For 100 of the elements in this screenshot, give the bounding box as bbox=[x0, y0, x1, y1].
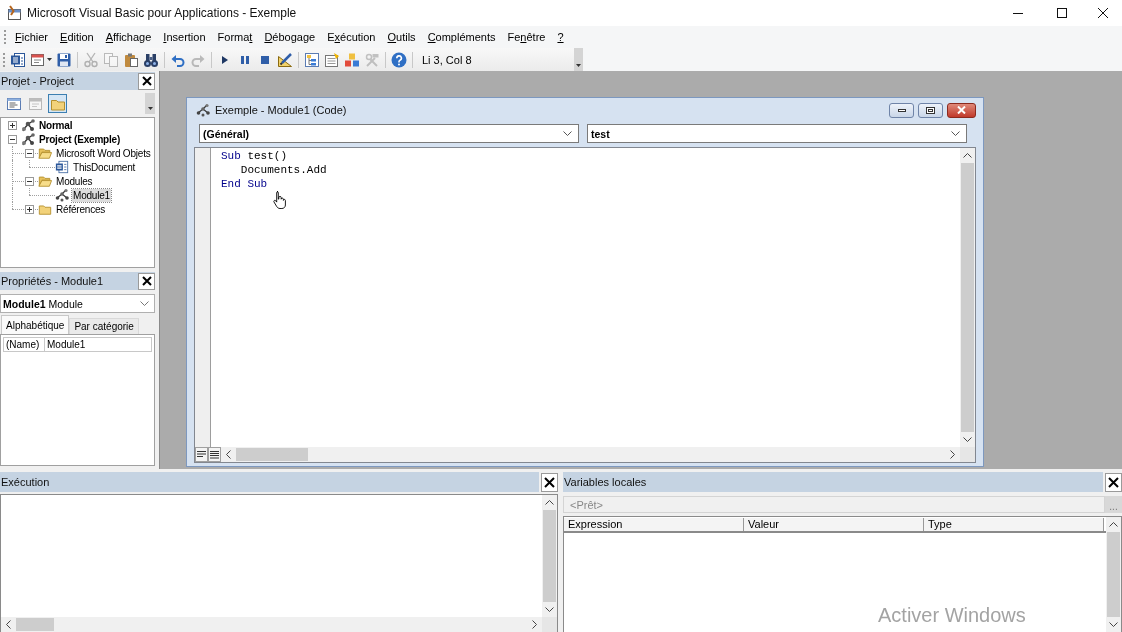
minimize-button[interactable] bbox=[889, 102, 914, 118]
menu-item[interactable]: Insertion bbox=[157, 29, 212, 45]
document-icon bbox=[55, 159, 69, 175]
collapse-icon[interactable] bbox=[7, 134, 17, 144]
column-header[interactable]: Valeur bbox=[744, 518, 924, 531]
horizontal-scrollbar[interactable] bbox=[1, 617, 542, 632]
menu-item[interactable]: Fenêtre bbox=[501, 29, 552, 45]
property-sheet-icon bbox=[324, 51, 340, 68]
caret-icon bbox=[576, 64, 581, 67]
column-header[interactable]: Expression bbox=[564, 518, 744, 531]
close-button[interactable] bbox=[541, 472, 558, 492]
scroll-up-icon bbox=[1109, 522, 1118, 527]
close-button[interactable] bbox=[138, 272, 155, 290]
toggle-folders-button[interactable] bbox=[48, 94, 67, 113]
document-icon bbox=[10, 51, 26, 68]
close-icon bbox=[1108, 476, 1119, 488]
scrollbar-thumb[interactable] bbox=[1107, 532, 1120, 617]
menu-item[interactable]: Débogage bbox=[258, 29, 322, 45]
clipboard-icon bbox=[123, 51, 139, 68]
restore-button[interactable] bbox=[918, 102, 943, 118]
close-button[interactable] bbox=[1105, 472, 1122, 492]
scrollbar-thumb[interactable] bbox=[543, 510, 556, 602]
menu-item[interactable]: Edition bbox=[54, 29, 100, 45]
module-view-button[interactable] bbox=[208, 447, 221, 462]
toolbar-options-button[interactable] bbox=[145, 93, 155, 114]
molecule-icon bbox=[21, 118, 35, 132]
molecule-icon bbox=[196, 103, 210, 117]
form-window-icon bbox=[30, 51, 46, 68]
menu-item[interactable]: Fichier bbox=[9, 29, 55, 45]
menu-item[interactable]: Format bbox=[211, 29, 259, 45]
expand-icon[interactable] bbox=[7, 120, 17, 130]
collapse-icon[interactable] bbox=[24, 176, 34, 186]
close-button[interactable] bbox=[138, 72, 155, 90]
minimize-icon bbox=[1013, 12, 1023, 14]
scroll-down-icon bbox=[1109, 622, 1118, 627]
tab[interactable]: Par catégorie bbox=[69, 318, 139, 334]
menu-item[interactable]: Compléments bbox=[421, 29, 502, 45]
scrollbar-thumb[interactable] bbox=[236, 448, 308, 461]
menu-item[interactable]: Exécution bbox=[321, 29, 382, 45]
lines-icon bbox=[210, 450, 219, 459]
tree-view-icon bbox=[304, 51, 320, 68]
molecule-icon bbox=[21, 132, 35, 146]
tree-item[interactable]: Références bbox=[55, 202, 107, 216]
expand-icon[interactable] bbox=[24, 204, 34, 214]
scrollbar-thumb[interactable] bbox=[16, 618, 54, 631]
scroll-right-icon bbox=[950, 450, 955, 459]
tree-item[interactable]: Normal bbox=[38, 118, 74, 132]
save-icon bbox=[56, 51, 72, 68]
help-icon bbox=[391, 51, 407, 68]
close-icon bbox=[957, 106, 966, 114]
menu-item[interactable]: Affichage bbox=[99, 29, 158, 45]
open-folder-icon bbox=[38, 145, 52, 161]
hammer-wrench-icon bbox=[364, 51, 380, 68]
object-dropdown[interactable]: (Général) bbox=[199, 124, 579, 143]
vertical-scrollbar[interactable] bbox=[1106, 517, 1121, 632]
code-line: Sub test() bbox=[221, 149, 288, 163]
vertical-scrollbar[interactable] bbox=[542, 495, 557, 617]
vertical-scrollbar[interactable] bbox=[960, 148, 975, 447]
chevron-down-icon bbox=[140, 301, 149, 306]
property-name: (Name) bbox=[5, 338, 41, 351]
close-icon bbox=[544, 476, 555, 488]
ruler-pencil-icon bbox=[277, 51, 293, 68]
form-window-icon bbox=[27, 95, 44, 112]
hand-cursor-icon bbox=[273, 190, 287, 210]
tab[interactable]: Alphabétique bbox=[1, 315, 70, 334]
scissors-icon bbox=[83, 51, 99, 68]
menu-item[interactable]: Outils bbox=[381, 29, 422, 45]
object-dropdown[interactable]: Module1 Module bbox=[0, 294, 155, 313]
window-title: Exemple - Module1 (Code) bbox=[215, 104, 347, 116]
tree-item[interactable]: Modules bbox=[55, 174, 94, 188]
context-field: <Prêt> bbox=[563, 496, 1105, 513]
close-icon bbox=[141, 76, 152, 86]
scrollbar-corner bbox=[960, 447, 975, 462]
scroll-left-icon bbox=[226, 450, 231, 459]
procedure-dropdown[interactable]: test bbox=[587, 124, 967, 143]
scroll-right-icon bbox=[532, 620, 537, 629]
menu-item[interactable]: ? bbox=[551, 29, 570, 45]
tree-item[interactable]: Microsoft Word Objets bbox=[55, 146, 152, 160]
scroll-up-icon bbox=[963, 153, 972, 158]
tree-item[interactable]: ThisDocument bbox=[72, 160, 137, 174]
property-value[interactable]: Module1 bbox=[44, 338, 151, 351]
tree-item[interactable]: Project (Exemple) bbox=[38, 132, 122, 146]
cursor-position: Li 3, Col 8 bbox=[421, 53, 472, 66]
column-header[interactable]: Type bbox=[924, 518, 1104, 531]
close-icon bbox=[141, 276, 152, 286]
code-window-icon bbox=[5, 95, 22, 112]
collapse-icon[interactable] bbox=[24, 148, 34, 158]
restore-icon bbox=[926, 106, 935, 114]
scroll-up-icon bbox=[545, 500, 554, 505]
app-window-icon bbox=[6, 5, 22, 21]
scrollbar-thumb[interactable] bbox=[961, 163, 974, 432]
scroll-down-icon bbox=[963, 437, 972, 442]
close-icon bbox=[1098, 8, 1108, 18]
tree-item[interactable]: Module1 bbox=[72, 188, 111, 202]
procedure-view-button[interactable] bbox=[195, 447, 208, 462]
chevron-down-icon bbox=[951, 131, 960, 136]
caret-icon bbox=[47, 58, 52, 61]
toolbar-options-button[interactable] bbox=[574, 48, 583, 71]
maximize-icon bbox=[1057, 8, 1067, 18]
close-button[interactable] bbox=[947, 102, 976, 118]
